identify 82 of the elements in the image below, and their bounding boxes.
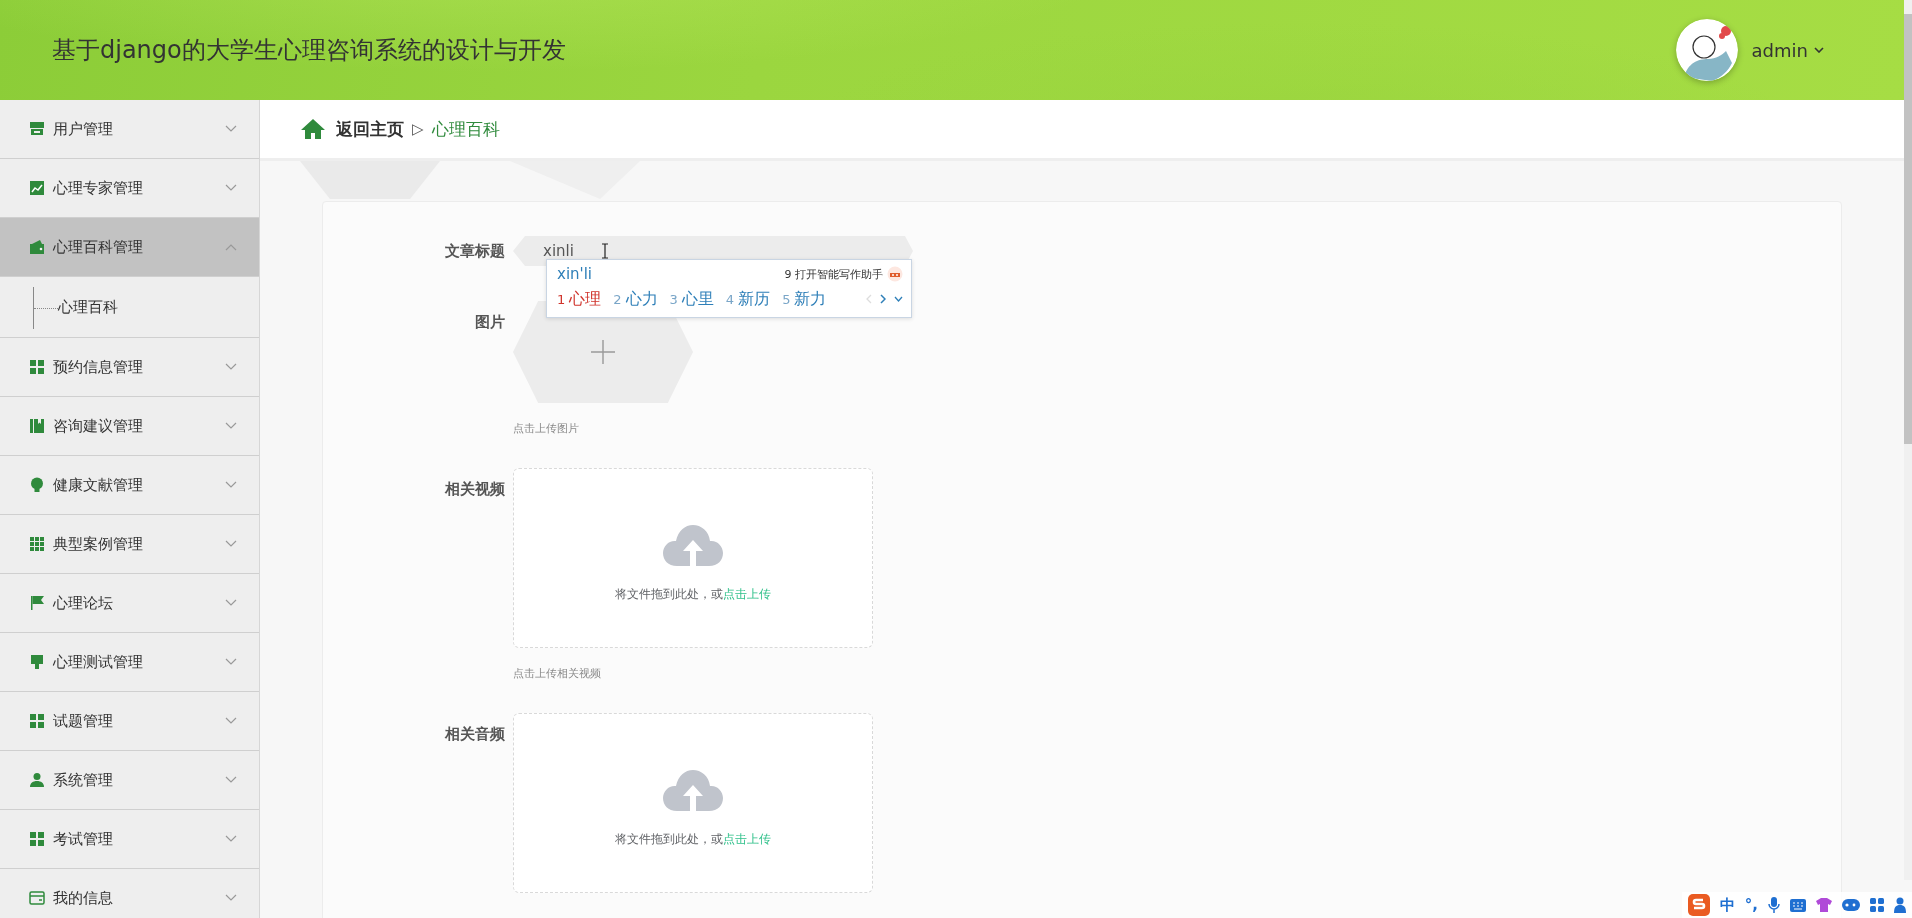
- sidebar-item[interactable]: 系统管理: [0, 751, 259, 810]
- chevron-down-icon: [225, 125, 237, 133]
- chevron-down-icon: [225, 422, 237, 430]
- scrollbar-thumb[interactable]: [1904, 14, 1912, 444]
- keyboard-icon[interactable]: [1790, 898, 1806, 912]
- chevron-down-icon: [225, 658, 237, 666]
- avatar[interactable]: [1675, 19, 1738, 81]
- chart-icon: [29, 180, 45, 196]
- user-icon: [29, 772, 45, 788]
- grid-icon: [29, 359, 45, 375]
- upload-dropzone[interactable]: 将文件拖到此处，或点击上传: [513, 713, 873, 893]
- home-icon[interactable]: [300, 118, 326, 140]
- user-icon[interactable]: [1894, 897, 1906, 913]
- ime-composition: xin'li: [557, 265, 593, 283]
- sidebar-item[interactable]: 咨询建议管理: [0, 397, 259, 456]
- ime-candidate[interactable]: 1 心理: [557, 288, 602, 310]
- ime-candidate[interactable]: 2 心力: [613, 288, 658, 310]
- expand-icon[interactable]: [894, 296, 903, 302]
- caret-icon: [1814, 47, 1824, 53]
- app-title: 基于django的大学生心理咨询系统的设计与开发: [52, 35, 566, 66]
- book-icon: [29, 418, 45, 434]
- chevron-down-icon: [225, 363, 237, 371]
- writing-assistant-link[interactable]: 9 打开智能写作助手: [784, 266, 883, 282]
- grid-icon[interactable]: [1870, 898, 1884, 912]
- breadcrumb-separator: ▷: [412, 120, 424, 138]
- scrollbar[interactable]: [1904, 0, 1912, 880]
- cloud-upload-icon: [663, 768, 723, 813]
- ime-toolbar-item[interactable]: 中: [1719, 895, 1735, 915]
- ime-candidate[interactable]: 4 新历: [725, 288, 771, 310]
- sidebar-item[interactable]: 健康文献管理: [0, 456, 259, 515]
- avatar-figure-drawing: [1675, 19, 1738, 81]
- card-icon: [29, 890, 45, 906]
- sidebar-item[interactable]: 预约信息管理: [0, 338, 259, 397]
- chevron-down-icon: [225, 481, 237, 489]
- ime-candidate[interactable]: 3 心里: [669, 288, 714, 310]
- field-label: 图片: [474, 312, 506, 333]
- home-link[interactable]: 返回主页: [336, 117, 404, 141]
- field-hint: 点击上传相关视频: [513, 666, 602, 681]
- user-menu[interactable]: admin: [1751, 39, 1824, 61]
- upload-dropzone[interactable]: 将文件拖到此处，或点击上传: [513, 468, 873, 648]
- gamepad-icon[interactable]: [1842, 899, 1860, 911]
- grid-icon: [29, 831, 45, 847]
- sidebar-item[interactable]: 心理论坛: [0, 574, 259, 633]
- chevron-down-icon: [225, 835, 237, 843]
- text-cursor-icon: [601, 243, 609, 259]
- dropzone-instruction: 将文件拖到此处，或点击上传: [615, 830, 771, 848]
- submenu-item[interactable]: 心理百科: [0, 277, 259, 338]
- sidebar-item[interactable]: 考试管理: [0, 810, 259, 869]
- grid-icon: [29, 713, 45, 729]
- ime-candidate[interactable]: 5 新力: [782, 288, 827, 310]
- chevron-down-icon: [225, 776, 237, 784]
- cloud-upload-icon: [663, 523, 723, 568]
- chevron-down-icon: [225, 599, 237, 607]
- sidebar-item[interactable]: 试题管理: [0, 692, 259, 751]
- chevron-down-icon: [225, 540, 237, 548]
- field-label: 文章标题: [444, 241, 506, 262]
- flag-icon: [29, 595, 45, 611]
- sidebar-item[interactable]: 我的信息: [0, 869, 259, 918]
- sidebar-item[interactable]: 心理测试管理: [0, 633, 259, 692]
- wallet-icon: [29, 239, 45, 255]
- sidebar-item[interactable]: 典型案例管理: [0, 515, 259, 574]
- chevron-down-icon: [225, 894, 237, 902]
- ime-toolbar-item[interactable]: °,: [1744, 896, 1758, 914]
- dropzone-instruction: 将文件拖到此处，或点击上传: [615, 585, 771, 603]
- sidebar-item[interactable]: 心理百科管理: [0, 218, 259, 277]
- sidebar-item[interactable]: 用户管理: [0, 100, 259, 159]
- next-page-icon[interactable]: [880, 294, 886, 304]
- ime-logo-icon[interactable]: [1687, 894, 1710, 916]
- microphone-icon[interactable]: [1768, 897, 1780, 913]
- field-label: 相关视频: [444, 479, 506, 500]
- brush-icon: [29, 654, 45, 670]
- plus-icon: [591, 340, 615, 364]
- breadcrumb-current: 心理百科: [431, 117, 500, 141]
- chevron-down-icon: [225, 184, 237, 192]
- assistant-mascot-icon: [887, 266, 903, 282]
- field-hint: 点击上传图片: [513, 421, 580, 436]
- lightbulb-icon: [29, 477, 45, 493]
- chevron-up-icon: [225, 243, 237, 251]
- field-label: 相关音频: [444, 724, 506, 745]
- chevron-down-icon: [225, 717, 237, 725]
- shirt-icon[interactable]: [1816, 898, 1832, 912]
- grid-icon: [29, 536, 45, 552]
